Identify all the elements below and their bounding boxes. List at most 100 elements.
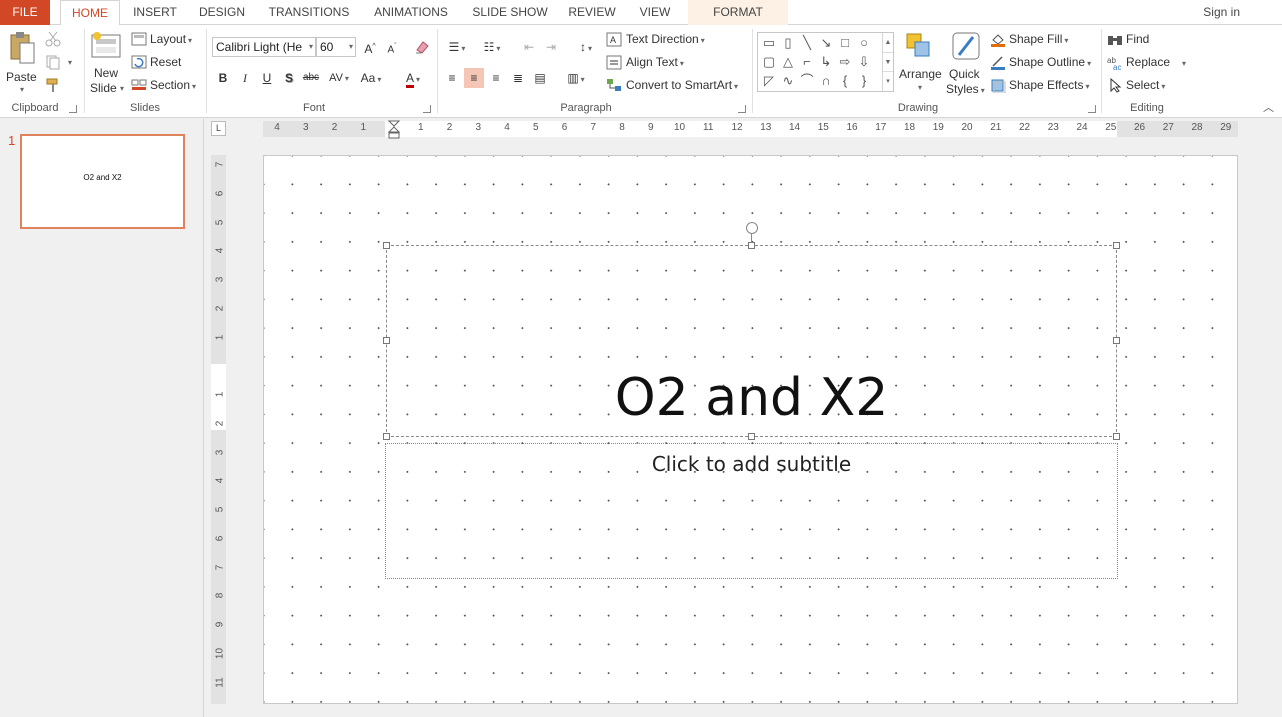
- tab-home[interactable]: HOME: [60, 0, 120, 26]
- vertical-ruler[interactable]: 7 6 5 4 3 2 1 1 2 3 4 5 6 7 8 9 10 11: [211, 155, 226, 704]
- clipboard-dialog-launcher-icon[interactable]: [69, 105, 77, 113]
- format-painter-icon[interactable]: [45, 77, 61, 93]
- tab-selector-icon[interactable]: L: [211, 121, 226, 136]
- bold-icon[interactable]: B: [213, 68, 233, 88]
- scribble-shape-icon[interactable]: ∿: [779, 72, 797, 90]
- shape-effects-button[interactable]: Shape Effects ▾: [990, 77, 1095, 95]
- justify-icon[interactable]: ≣: [508, 68, 528, 88]
- justify-distributed-icon[interactable]: ▤: [530, 68, 550, 88]
- reset-button[interactable]: Reset: [131, 54, 191, 72]
- decrease-font-size-icon[interactable]: Aˇ: [382, 37, 402, 57]
- resize-handle[interactable]: [748, 433, 755, 440]
- shapes-gallery[interactable]: ▭ ▯ ╲ ↘ □ ○ ▢ △ ⌐ ↳ ⇨ ⇩ ◸ ∿ ⌒ ∩ { } ▲ ▼ …: [757, 32, 894, 92]
- layout-button[interactable]: Layout ▾: [131, 31, 201, 49]
- font-dialog-launcher-icon[interactable]: [423, 105, 431, 113]
- title-placeholder[interactable]: O2 and X2: [386, 245, 1117, 437]
- font-name-dropdown-icon[interactable]: ▾: [309, 38, 313, 56]
- line-shape-icon[interactable]: ╲: [798, 34, 816, 52]
- right-brace-shape-icon[interactable]: }: [855, 72, 873, 90]
- indent-marker-icon[interactable]: [388, 120, 400, 142]
- resize-handle[interactable]: [383, 337, 390, 344]
- shape-outline-button[interactable]: Shape Outline ▾: [990, 54, 1095, 72]
- numbering-icon[interactable]: ☷ ▾: [477, 37, 507, 57]
- align-center-icon[interactable]: ≡: [464, 68, 484, 88]
- convert-to-smartart-button[interactable]: Convert to SmartArt ▾: [606, 77, 746, 95]
- text-box-shape-icon[interactable]: ▭: [760, 34, 778, 52]
- line-spacing-icon[interactable]: ↕ ▾: [572, 37, 600, 57]
- tab-animations[interactable]: ANIMATIONS: [366, 0, 456, 25]
- triangle-shape-icon[interactable]: △: [779, 53, 797, 71]
- decrease-indent-icon[interactable]: ⇤: [519, 37, 539, 57]
- drawing-dialog-launcher-icon[interactable]: [1088, 105, 1096, 113]
- subtitle-placeholder-text[interactable]: Click to add subtitle: [386, 452, 1117, 476]
- change-case-icon[interactable]: Aa ▾: [357, 68, 385, 88]
- down-arrow-shape-icon[interactable]: ⇩: [855, 53, 873, 71]
- tab-transitions[interactable]: TRANSITIONS: [262, 0, 356, 25]
- text-shadow-icon[interactable]: S: [279, 68, 299, 88]
- character-spacing-icon[interactable]: AV ▾: [325, 68, 353, 88]
- replace-button[interactable]: ab ac Replace ▾: [1107, 54, 1187, 72]
- underline-icon[interactable]: U: [257, 68, 277, 88]
- new-slide-button[interactable]: New Slide ▾: [88, 29, 126, 99]
- align-right-icon[interactable]: ≡: [486, 68, 506, 88]
- resize-handle[interactable]: [1113, 242, 1120, 249]
- tab-insert[interactable]: INSERT: [126, 0, 184, 25]
- align-text-button[interactable]: Align Text ▾: [606, 54, 706, 72]
- strikethrough-icon[interactable]: abc: [301, 68, 321, 88]
- elbow-arrow-shape-icon[interactable]: ↳: [817, 53, 835, 71]
- section-button[interactable]: Section ▾: [131, 77, 201, 95]
- vertical-text-box-shape-icon[interactable]: ▯: [779, 34, 797, 52]
- oval-shape-icon[interactable]: ○: [855, 34, 873, 52]
- shapes-gallery-scroll[interactable]: ▲ ▼ ▾: [882, 33, 893, 91]
- font-size-combo[interactable]: 60 ▾: [316, 37, 356, 57]
- left-brace-shape-icon[interactable]: {: [836, 72, 854, 90]
- rectangle-shape-icon[interactable]: □: [836, 34, 854, 52]
- font-name-combo[interactable]: Calibri Light (He ▾: [212, 37, 316, 57]
- quick-styles-button[interactable]: Quick Styles ▾: [945, 29, 987, 99]
- freeform-shape-icon[interactable]: ◸: [760, 72, 778, 90]
- curve-shape-icon[interactable]: ⌒: [798, 72, 816, 90]
- slide-canvas[interactable]: O2 and X2 Click to add subtitle: [263, 155, 1238, 704]
- arc-shape-icon[interactable]: ∩: [817, 72, 835, 90]
- collapse-ribbon-icon[interactable]: ︿: [1263, 99, 1274, 115]
- copy-icon[interactable]: [45, 54, 61, 70]
- resize-handle[interactable]: [1113, 337, 1120, 344]
- select-button[interactable]: Select ▾: [1107, 77, 1177, 95]
- resize-handle[interactable]: [1113, 433, 1120, 440]
- slide-title[interactable]: O2 and X2: [387, 368, 1116, 428]
- chevron-up-icon[interactable]: ▲: [883, 33, 893, 52]
- horizontal-ruler[interactable]: 4 3 2 1 1 2 3 4 5 6 7 8 9 10 11 12 13 14 15 16 17 18 19 20 21 22 2…: [263, 121, 1238, 137]
- resize-handle[interactable]: [383, 433, 390, 440]
- tab-file[interactable]: FILE: [0, 0, 50, 25]
- tab-review[interactable]: REVIEW: [562, 0, 622, 25]
- resize-handle[interactable]: [748, 242, 755, 249]
- rounded-rectangle-shape-icon[interactable]: ▢: [760, 53, 778, 71]
- slide-thumbnail[interactable]: O2 and X2: [20, 134, 185, 229]
- chevron-down-icon[interactable]: ▼: [883, 52, 893, 71]
- find-button[interactable]: Find: [1107, 31, 1167, 49]
- font-color-icon[interactable]: A ▾: [398, 68, 428, 88]
- tab-design[interactable]: DESIGN: [192, 0, 252, 25]
- right-arrow-shape-icon[interactable]: ⇨: [836, 53, 854, 71]
- font-size-dropdown-icon[interactable]: ▾: [349, 38, 353, 56]
- increase-indent-icon[interactable]: ⇥: [541, 37, 561, 57]
- italic-icon[interactable]: I: [235, 68, 255, 88]
- arrange-button[interactable]: Arrange ▾: [897, 29, 943, 99]
- resize-handle[interactable]: [383, 242, 390, 249]
- bullets-icon[interactable]: ☰ ▾: [442, 37, 472, 57]
- paste-button[interactable]: Paste ▾: [4, 29, 38, 97]
- elbow-connector-shape-icon[interactable]: ⌐: [798, 53, 816, 71]
- shape-fill-button[interactable]: Shape Fill ▾: [990, 31, 1090, 49]
- align-left-icon[interactable]: ≡: [442, 68, 462, 88]
- paragraph-dialog-launcher-icon[interactable]: [738, 105, 746, 113]
- increase-font-size-icon[interactable]: A^: [360, 37, 380, 57]
- arrow-line-shape-icon[interactable]: ↘: [817, 34, 835, 52]
- cut-icon[interactable]: [45, 31, 61, 47]
- columns-icon[interactable]: ▥ ▾: [561, 68, 591, 88]
- sign-in-link[interactable]: Sign in: [1203, 0, 1240, 25]
- tab-format[interactable]: FORMAT: [688, 0, 788, 25]
- clear-formatting-icon[interactable]: [413, 38, 431, 56]
- text-direction-button[interactable]: A Text Direction ▾: [606, 31, 716, 49]
- tab-view[interactable]: VIEW: [632, 0, 678, 25]
- more-shapes-icon[interactable]: ▾: [883, 71, 893, 90]
